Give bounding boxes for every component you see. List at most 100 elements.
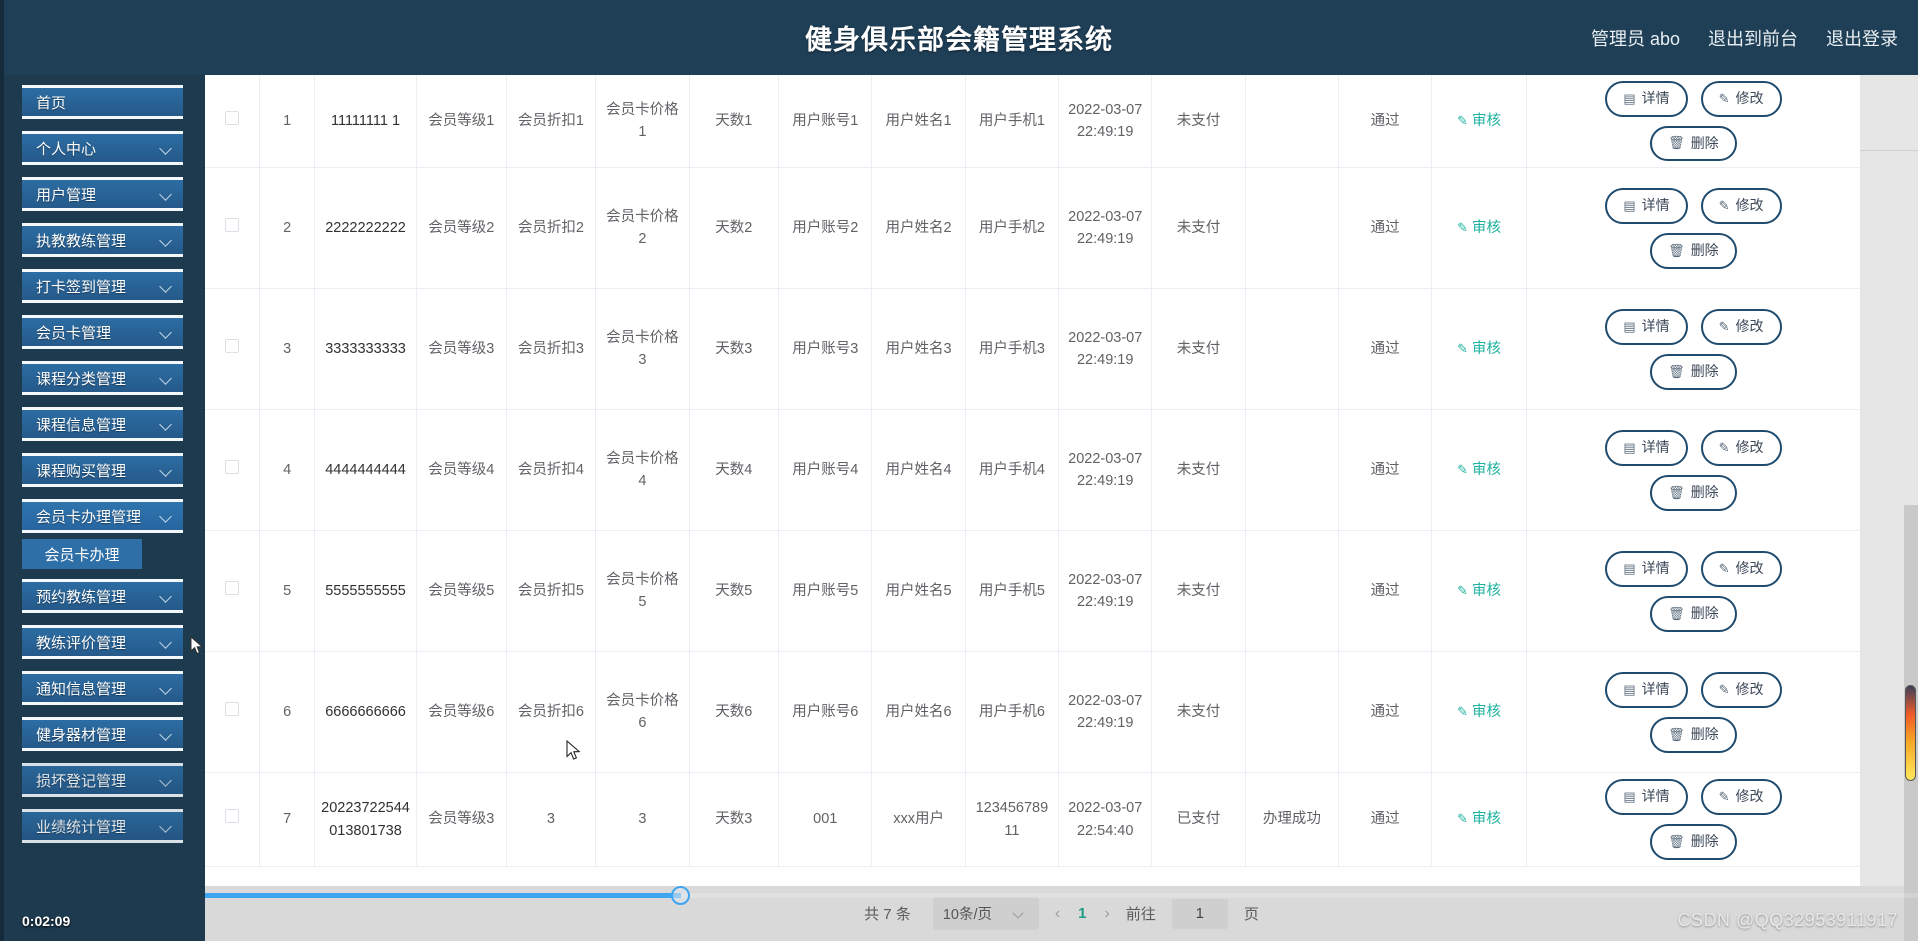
row-checkbox[interactable] (225, 702, 240, 717)
row-index-cell: 5 (259, 530, 315, 653)
sidebar-item-user-management[interactable]: 用户管理 (22, 177, 183, 211)
chevron-down-icon (160, 636, 173, 649)
sidebar-subitem-card-application[interactable]: 会员卡办理 (22, 539, 142, 569)
sidebar-item-notice-management[interactable]: 通知信息管理 (22, 671, 183, 705)
sidebar-item-course-category-management[interactable]: 课程分类管理 (22, 361, 183, 395)
user-account-cell: 用户账号1 (778, 75, 873, 169)
chevron-down-icon (160, 372, 173, 385)
delete-button[interactable]: 🗑 删除 (1650, 232, 1737, 269)
payment-status-cell: 未支付 (1151, 530, 1246, 653)
user-account-cell: 用户账号3 (778, 288, 873, 411)
sidebar-item-performance-stats-management[interactable]: 业绩统计管理 (22, 809, 183, 843)
modify-button[interactable]: ✎ 修改 (1700, 430, 1782, 466)
detail-button[interactable]: ▤ 详情 (1605, 188, 1688, 224)
sidebar-item-coach-management[interactable]: 执教教练管理 (22, 223, 183, 257)
row-index-cell: 6 (259, 651, 315, 774)
sidebar-item-course-purchase-management[interactable]: 课程购买管理 (22, 453, 183, 487)
pencil-icon: ✎ (1718, 789, 1730, 805)
processing-status-cell (1245, 409, 1340, 532)
document-icon: ▤ (1623, 318, 1636, 334)
sidebar-item-card-application-management[interactable]: 会员卡办理管理 (22, 499, 183, 533)
row-checkbox[interactable] (225, 809, 240, 824)
detail-button[interactable]: ▤ 详情 (1605, 779, 1688, 816)
detail-button-label: 详情 (1641, 90, 1670, 106)
sidebar-item-coach-booking-management[interactable]: 预约教练管理 (22, 579, 183, 613)
row-checkbox[interactable] (225, 581, 240, 596)
audit-link[interactable]: ✎ 审核 (1457, 701, 1501, 723)
row-checkbox-cell (205, 651, 261, 774)
days-cell: 天数3 (689, 772, 780, 867)
page-scrollbar-track[interactable] (1904, 505, 1918, 941)
sidebar-item-label: 损坏登记管理 (36, 772, 127, 790)
audit-link-label: 审核 (1472, 811, 1502, 828)
sidebar-item-coach-review-management[interactable]: 教练评价管理 (22, 625, 183, 659)
detail-button[interactable]: ▤ 详情 (1605, 81, 1688, 117)
page-scrollbar-thumb[interactable] (1905, 685, 1916, 781)
row-actions-cell: ▤ 详情 ✎ 修改 🗑 删除 (1526, 530, 1860, 653)
modify-button[interactable]: ✎ 修改 (1700, 81, 1782, 117)
audit-link[interactable]: ✎ 审核 (1457, 808, 1501, 830)
delete-button[interactable]: 🗑 删除 (1650, 125, 1737, 162)
page-size-select[interactable]: 10条/页 (932, 897, 1039, 930)
pencil-icon: ✎ (1718, 318, 1730, 334)
row-action-buttons: ▤ 详情 ✎ 修改 🗑 删除 (1533, 309, 1854, 390)
sidebar-item-equipment-management[interactable]: 健身器材管理 (22, 717, 183, 751)
audit-link[interactable]: ✎ 审核 (1457, 338, 1501, 360)
logout-button[interactable]: 退出登录 (1826, 25, 1898, 51)
row-action-buttons: ▤ 详情 ✎ 修改 🗑 删除 (1533, 551, 1854, 632)
row-checkbox[interactable] (225, 339, 240, 354)
row-actions-cell: ▤ 详情 ✎ 修改 🗑 删除 (1526, 288, 1860, 411)
sidebar-item-damage-registration-management[interactable]: 损坏登记管理 (22, 763, 183, 797)
row-checkbox[interactable] (225, 110, 240, 125)
detail-button[interactable]: ▤ 详情 (1605, 430, 1688, 466)
audit-link[interactable]: ✎ 审核 (1457, 110, 1501, 132)
delete-button[interactable]: 🗑 删除 (1650, 353, 1737, 390)
video-progress-track[interactable] (205, 886, 1918, 905)
modify-button[interactable]: ✎ 修改 (1700, 551, 1782, 587)
goto-page-input[interactable]: 1 (1171, 898, 1228, 929)
delete-button[interactable]: 🗑 删除 (1650, 824, 1737, 860)
delete-button-label: 删除 (1690, 241, 1719, 258)
sidebar-item-home[interactable]: 首页 (22, 85, 183, 119)
audit-link[interactable]: ✎ 审核 (1457, 580, 1501, 602)
delete-button-wrapper: 🗑 删除 (1533, 716, 1854, 753)
sidebar-item-personal-center[interactable]: 个人中心 (22, 131, 183, 165)
row-checkbox[interactable] (225, 460, 240, 475)
pencil-icon: ✎ (1718, 681, 1730, 697)
video-progress-handle[interactable] (671, 886, 690, 905)
prev-page-button[interactable]: ‹ (1055, 905, 1060, 923)
delete-button-wrapper: 🗑 删除 (1533, 125, 1854, 162)
exit-to-frontend-button[interactable]: 退出到前台 (1708, 25, 1798, 51)
pencil-icon: ✎ (1457, 341, 1469, 357)
delete-button[interactable]: 🗑 删除 (1650, 595, 1737, 632)
modify-button[interactable]: ✎ 修改 (1700, 672, 1782, 708)
days-cell: 天数2 (689, 167, 780, 290)
modify-button[interactable]: ✎ 修改 (1700, 309, 1782, 345)
chevron-down-icon (160, 590, 173, 603)
detail-button[interactable]: ▤ 详情 (1605, 309, 1688, 345)
card-number-cell: 20223722544013801738 (314, 772, 418, 867)
sidebar-subitem-label: 会员卡办理 (44, 546, 120, 564)
modify-button[interactable]: ✎ 修改 (1700, 779, 1782, 816)
sidebar-item-checkin-management[interactable]: 打卡签到管理 (22, 269, 183, 303)
sidebar-item-membership-card-management[interactable]: 会员卡管理 (22, 315, 183, 349)
delete-button[interactable]: 🗑 删除 (1650, 474, 1737, 511)
audit-link[interactable]: ✎ 审核 (1457, 459, 1501, 481)
sidebar-item-label: 业绩统计管理 (36, 818, 127, 836)
audit-link[interactable]: ✎ 审核 (1457, 217, 1501, 239)
row-checkbox[interactable] (225, 218, 240, 233)
next-page-button[interactable]: › (1105, 905, 1110, 923)
row-checkbox-cell (205, 75, 261, 169)
delete-button[interactable]: 🗑 删除 (1650, 716, 1737, 753)
modify-button[interactable]: ✎ 修改 (1700, 188, 1782, 224)
user-name-cell: xxx用户 (871, 772, 966, 867)
page-navigation: ‹ 1 › (1055, 905, 1110, 923)
audit-action-cell: ✎ 审核 (1431, 167, 1527, 290)
payment-status-cell: 未支付 (1151, 288, 1246, 411)
page-number-1[interactable]: 1 (1078, 905, 1086, 922)
detail-button[interactable]: ▤ 详情 (1605, 551, 1688, 587)
processing-status-cell (1245, 167, 1340, 290)
sidebar-item-course-info-management[interactable]: 课程信息管理 (22, 407, 183, 441)
sidebar-item-label: 会员卡管理 (36, 324, 112, 342)
detail-button[interactable]: ▤ 详情 (1605, 672, 1688, 708)
